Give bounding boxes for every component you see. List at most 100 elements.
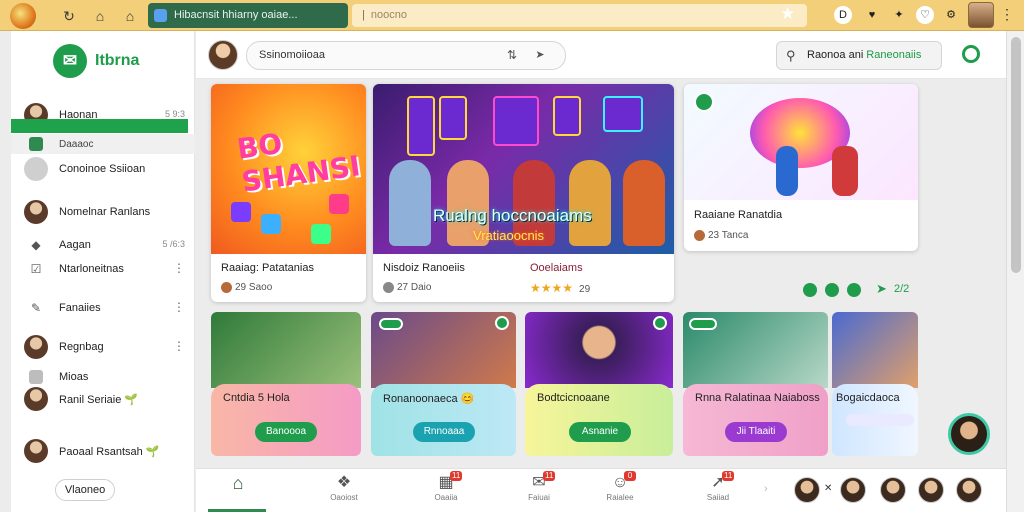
- notification-badge: 11: [450, 471, 463, 481]
- more-icon[interactable]: ⋮: [173, 339, 185, 353]
- card-caption: Bodtcicnoaane Asnanie: [525, 384, 673, 456]
- scrollbar[interactable]: [1006, 31, 1024, 512]
- avatar: [24, 387, 48, 411]
- brand-icon: ✉: [53, 44, 87, 78]
- extension-heart-icon[interactable]: ♥: [863, 6, 881, 24]
- label-badge: [379, 318, 403, 330]
- sidebar-item-nomelnar[interactable]: Nomelnar Ranlans: [11, 200, 195, 224]
- card-kids[interactable]: Raaiane Ranatdia 23 Tanca: [684, 84, 918, 251]
- pagination-dot[interactable]: [803, 283, 817, 297]
- small-card-5[interactable]: Bogaicdaoca: [832, 312, 918, 456]
- card-action-button[interactable]: Rnnoaaa: [413, 422, 475, 442]
- small-card-1[interactable]: Cntdia 5 Hola Banoooa: [211, 312, 361, 456]
- sidebar-item-regnbag[interactable]: Regnbag ⋮: [11, 335, 195, 359]
- sidebar-item-label: Nomelnar Ranlans: [59, 206, 151, 218]
- pagination-label: 2/2: [894, 283, 910, 295]
- small-card-2[interactable]: Ronanoonaeca 😊 Rnnoaaa: [371, 312, 516, 456]
- neon-sign: [553, 96, 581, 136]
- nav-share[interactable]: ➚ Saiiad 11: [690, 471, 746, 509]
- bookmark-star-icon[interactable]: ★: [780, 4, 795, 24]
- sidebar-item-ranil[interactable]: Ranil Seriaie 🌱: [11, 387, 195, 411]
- card-image-text: Rualng hoccnoaiams: [433, 206, 592, 225]
- browser-logo-icon[interactable]: [10, 3, 36, 29]
- nav-label: Faiuai: [528, 493, 550, 502]
- user-avatar[interactable]: [208, 40, 238, 70]
- edit-icon: ✎: [30, 301, 42, 315]
- block-shape: [329, 194, 349, 214]
- nav-chat[interactable]: ❖ Oaoiost: [316, 473, 372, 509]
- share-icon: ➚: [711, 474, 725, 491]
- remove-icon[interactable]: ✕: [824, 483, 832, 494]
- extension-circle-icon[interactable]: ♡: [916, 6, 934, 24]
- person-figure: [623, 160, 665, 246]
- filter-icon[interactable]: ⇅: [507, 42, 517, 69]
- card-title: Raaiag: Patatanias: [221, 262, 314, 274]
- pagination-next-icon[interactable]: ➤: [876, 281, 887, 297]
- sidebar-item-aagan[interactable]: ◆ Aagan 5 /6:3: [11, 235, 195, 257]
- notification-badge: 0: [624, 471, 636, 481]
- view-more-button[interactable]: Vlaoneo: [55, 479, 115, 501]
- card-action-button[interactable]: Banoooa: [255, 422, 317, 442]
- scrollbar-thumb[interactable]: [1011, 37, 1021, 273]
- avatar[interactable]: [918, 477, 944, 503]
- tag-icon: ◆: [31, 238, 41, 252]
- extension-d-icon[interactable]: D: [834, 6, 852, 24]
- send-icon[interactable]: ➤: [525, 42, 555, 69]
- avatar[interactable]: [840, 477, 866, 503]
- home-alt-icon[interactable]: ⌂: [120, 6, 140, 26]
- search-value: Ssinomoiioaa: [259, 49, 326, 61]
- nav-calendar[interactable]: ▦ Oaaiia 11: [418, 471, 474, 509]
- refresh-icon[interactable]: [962, 45, 980, 63]
- address-bar[interactable]: | noocno: [352, 4, 807, 27]
- sidebar-item-fanaiies[interactable]: ✎ Fanaiies ⋮: [11, 298, 195, 320]
- sidebar-item-daaaoc[interactable]: Daaaoc: [11, 134, 195, 154]
- chevron-right-icon[interactable]: ›: [764, 483, 768, 495]
- card-action-button[interactable]: Asnanie: [569, 422, 631, 442]
- floating-chat-avatar[interactable]: [948, 413, 990, 455]
- block-shape: [231, 202, 251, 222]
- secondary-search[interactable]: ⚲ Raonoa ani Raneonaiis: [776, 41, 942, 70]
- sidebar-item-paoaal[interactable]: Paoaal Rsantsah 🌱: [11, 439, 195, 463]
- card-bingo[interactable]: BO SHANSI Raaiag: Patatanias 29 Saoo: [211, 84, 366, 302]
- card-action-button[interactable]: Jii Tlaaiti: [725, 422, 787, 442]
- browser-menu-icon[interactable]: ⋮: [1000, 6, 1014, 23]
- profile-avatar[interactable]: [968, 2, 994, 28]
- avatar[interactable]: [956, 477, 982, 503]
- extension-gear-icon[interactable]: ⚙: [942, 6, 960, 24]
- pagination-dot[interactable]: [847, 283, 861, 297]
- nav-mail[interactable]: ✉ Faiuai 11: [511, 471, 567, 509]
- avatar[interactable]: [794, 477, 820, 503]
- home-icon[interactable]: ⌂: [90, 6, 110, 26]
- check-badge-icon: [495, 316, 509, 330]
- card-meta: 23 Tanca: [694, 230, 748, 241]
- pagination-dot[interactable]: [825, 283, 839, 297]
- sidebar-active-indicator: [11, 119, 188, 133]
- search-input[interactable]: Ssinomoiioaa ⇅ ➤: [246, 41, 566, 70]
- avatar: [24, 200, 48, 224]
- avatar: [221, 282, 232, 293]
- sidebar-item-ntarloneitnas[interactable]: ☑ Ntarloneitnas ⋮: [11, 259, 195, 281]
- reload-icon[interactable]: ↻: [59, 6, 79, 26]
- brand-logo[interactable]: ✉ Itbrna: [53, 44, 173, 78]
- sidebar-item-label: Ranil Seriaie 🌱: [59, 394, 139, 406]
- sidebar-item-meta: 5 9:3: [164, 109, 185, 119]
- browser-tab[interactable]: Hibacnsit hhiarny oaiae...: [148, 3, 348, 28]
- small-card-3[interactable]: Bodtcicnoaane Asnanie: [525, 312, 673, 456]
- card-image-subtext: Vratiaoocnis: [473, 228, 545, 243]
- browser-toolbar: ↻ ⌂ ⌂ Hibacnsit hhiarny oaiae... | noocno…: [0, 0, 1024, 31]
- sidebar-item-label: Fanaiies: [59, 302, 101, 314]
- sidebar-item-conoinoe[interactable]: Conoinoe Ssiioan: [11, 157, 195, 181]
- avatar[interactable]: [880, 477, 906, 503]
- small-card-4[interactable]: Rnna Ralatinaa Naiaboss Jii Tlaaiti: [683, 312, 828, 456]
- more-icon[interactable]: ⋮: [173, 261, 185, 275]
- more-icon[interactable]: ⋮: [173, 300, 185, 314]
- card-image: [832, 312, 918, 388]
- nav-people[interactable]: ☺ Raialee 0: [592, 471, 648, 509]
- extension-puzzle-icon[interactable]: ✦: [890, 6, 908, 24]
- sidebar-item-mioas[interactable]: Mioas: [11, 367, 195, 389]
- card-caption: Ronanoonaeca 😊 Rnnoaaa: [371, 384, 516, 456]
- block-shape: [311, 224, 331, 244]
- card-caption: Cntdia 5 Hola Banoooa: [211, 384, 361, 456]
- nav-home[interactable]: ⌂: [210, 473, 266, 509]
- card-game[interactable]: Rualng hoccnoaiams Vratiaoocnis Nisdoiz …: [373, 84, 674, 302]
